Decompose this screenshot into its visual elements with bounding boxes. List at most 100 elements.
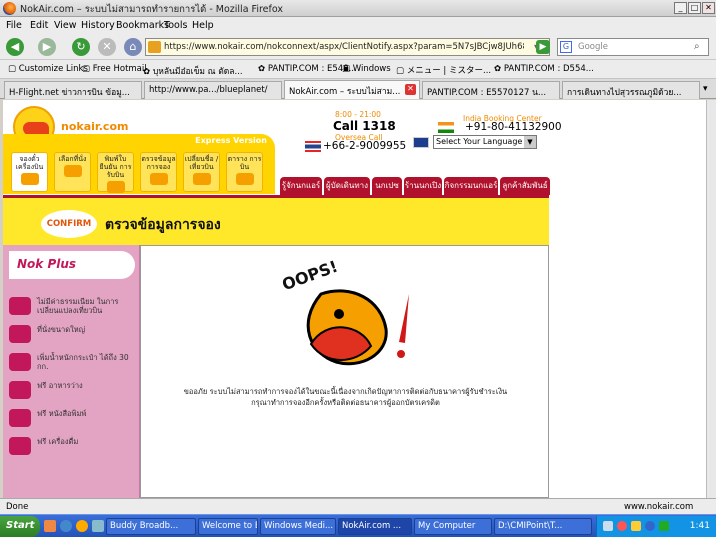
nav-shop[interactable]: ร้านนกเปิง bbox=[404, 177, 442, 195]
tray-app-icon[interactable] bbox=[659, 521, 669, 531]
maximize-button[interactable]: □ bbox=[688, 2, 701, 14]
express-version-label: Express Version bbox=[195, 136, 267, 145]
menu-bookmarks[interactable]: Bookmarks bbox=[116, 20, 169, 31]
menu-tools[interactable]: Tools bbox=[164, 20, 187, 31]
nok-plus-item-label: ฟรี อาหารว่าง bbox=[37, 381, 83, 390]
stop-icon[interactable]: ✕ bbox=[98, 38, 116, 56]
language-select[interactable]: Select Your Language ▼ bbox=[433, 135, 537, 149]
close-button[interactable]: ✕ bbox=[702, 2, 715, 14]
nok-plus-item-label: ฟรี เครื่องดื่ม bbox=[37, 437, 79, 446]
navigation-toolbar: ◀ ▶ ↻ ✕ ⌂ https://www.nokair.com/nokconn… bbox=[0, 34, 716, 60]
taskbar-buddy-broadband[interactable]: Buddy Broadb... bbox=[106, 518, 196, 535]
firefox-icon[interactable] bbox=[76, 520, 88, 532]
security-icon[interactable] bbox=[617, 521, 627, 531]
bookmark-thai-page[interactable]: ✿ บุหลันมีอ๋อเข็ม ณ ตัดล... bbox=[143, 64, 243, 78]
check-booking-button[interactable]: ตรวจข้อมูล การจอง bbox=[140, 152, 177, 192]
seat-select-label: เลือกที่นั่ง bbox=[58, 155, 87, 163]
ie-icon[interactable] bbox=[60, 520, 72, 532]
bookmark-label: Customize Links bbox=[18, 64, 88, 74]
firefox-icon bbox=[3, 2, 16, 15]
search-input[interactable]: G Google ⌕ bbox=[557, 38, 709, 56]
tab-label: การเดินทางไปสุวรรณภูมิด้วย... bbox=[567, 88, 682, 98]
schedule-icon bbox=[235, 173, 254, 185]
seat-select-button[interactable]: เลือกที่นั่ง bbox=[54, 152, 91, 192]
booking-label: จองตั๋ว เครื่องบิน bbox=[15, 155, 44, 171]
tab-nokair[interactable]: NokAir.com – ระบบไม่สาม... ✕ bbox=[284, 80, 420, 99]
confirm-badge: CONFIRM bbox=[41, 210, 97, 238]
taskbar-nokair[interactable]: NokAir.com ... bbox=[338, 518, 412, 535]
nok-plus-item: ฟรี หนังสือพิมพ์ bbox=[7, 405, 137, 431]
nav-travelers[interactable]: ผู้บัดเดินทาง bbox=[324, 177, 370, 195]
nok-plus-item: ไม่มีค่าธรรมเนียม ในการเปลี่ยนแปลงเที่ยว… bbox=[7, 293, 137, 319]
tab-hflight[interactable]: H-Flight.net ข่าวการบิน ข้อมู... bbox=[4, 81, 142, 99]
status-bar: Done www.nokair.com bbox=[0, 498, 716, 514]
print-confirmation-button[interactable]: พิมพ์ใบยืนยัน การรับบิน bbox=[97, 152, 134, 193]
uk-flag-icon bbox=[413, 137, 429, 148]
reload-icon[interactable]: ↻ bbox=[72, 38, 90, 56]
menu-help[interactable]: Help bbox=[192, 20, 214, 31]
nok-plus-item: เพิ่มน้ำหนักกระเป๋า ได้ถึง 30 กก. bbox=[7, 349, 137, 375]
address-bar[interactable]: https://www.nokair.com/nokconnext/aspx/C… bbox=[145, 38, 550, 56]
close-tab-icon[interactable]: ✕ bbox=[405, 84, 416, 95]
call-hours: 8:00 - 21:00 bbox=[335, 110, 381, 119]
quicklaunch-icon[interactable] bbox=[44, 520, 56, 532]
taskbar-windows-media[interactable]: Windows Medi... bbox=[260, 518, 336, 535]
tab-list-icon[interactable]: ▾ bbox=[703, 84, 708, 94]
nok-plus-sidebar: Nok Plus ไม่มีค่าธรรมเนียม ในการเปลี่ยนแ… bbox=[3, 245, 140, 498]
printer-icon bbox=[106, 181, 125, 193]
menu-view[interactable]: View bbox=[54, 20, 77, 31]
forward-icon[interactable]: ▶ bbox=[38, 38, 56, 56]
nav-activities[interactable]: กิจกรรมนกแอร์ bbox=[444, 177, 498, 195]
print-confirmation-label: พิมพ์ใบยืนยัน การรับบิน bbox=[99, 155, 132, 179]
tab-pantip-blueplanet[interactable]: http://www.pa.../blueplanet/ bbox=[144, 81, 282, 99]
menu-edit[interactable]: Edit bbox=[30, 20, 48, 31]
bookmark-customize-links[interactable]: ▢ Customize Links bbox=[8, 64, 88, 74]
change-flight-button[interactable]: เปลี่ยนชื่อ /เที่ยวบิน bbox=[183, 152, 220, 192]
nav-about[interactable]: รู้จักนกแอร์ bbox=[280, 177, 322, 195]
clock: 1:41 bbox=[689, 521, 710, 531]
page-content: nokair.com Express Version จองตั๋ว เครื่… bbox=[3, 100, 706, 498]
vertical-scrollbar[interactable] bbox=[706, 100, 716, 498]
bookmark-windows[interactable]: ▣ Windows bbox=[342, 64, 391, 74]
ticket-icon bbox=[20, 173, 39, 185]
volume-icon[interactable] bbox=[631, 521, 641, 531]
search-icon[interactable]: ⌕ bbox=[694, 41, 700, 52]
nok-plus-title: Nok Plus bbox=[9, 251, 135, 279]
nav-customer-relations[interactable]: ลูกค้าสัมพันธ์ bbox=[500, 177, 550, 195]
bookmark-pantip-d554[interactable]: ✿ PANTIP.COM : D554... bbox=[494, 64, 594, 74]
booking-button[interactable]: จองตั๋ว เครื่องบิน bbox=[11, 152, 48, 192]
back-icon[interactable]: ◀ bbox=[6, 38, 24, 56]
seat-icon bbox=[63, 165, 82, 177]
bookmark-label: PANTIP.COM : D554... bbox=[503, 64, 594, 74]
menu-history[interactable]: History bbox=[81, 20, 115, 31]
desktop-icon[interactable] bbox=[92, 520, 104, 532]
error-panel: OOPS! ขออภัย ระบบไม่สามารถทำการจองได้ในข… bbox=[140, 245, 549, 498]
flight-schedule-button[interactable]: ตาราง การบิน bbox=[226, 152, 263, 192]
change-fee-icon bbox=[9, 297, 31, 315]
bookmark-label: Windows bbox=[352, 64, 391, 74]
bookmark-label: บุหลันมีอ๋อเข็ม ณ ตัดล... bbox=[152, 67, 243, 77]
bookmarks-toolbar: ▢ Customize Links ▢ Free Hotmail ✿ บุหลั… bbox=[0, 60, 716, 79]
taskbar-cmipoint-folder[interactable]: D:\CMIPoint\T... bbox=[494, 518, 592, 535]
bookmark-label: Free Hotmail bbox=[92, 64, 147, 74]
nok-plus-item-label: เพิ่มน้ำหนักกระเป๋า ได้ถึง 30 กก. bbox=[37, 353, 129, 371]
windows-taskbar: Start Buddy Broadb... Welcome to B... Wi… bbox=[0, 514, 716, 537]
language-select-value: Select Your Language bbox=[436, 137, 523, 146]
go-icon[interactable]: ▶ bbox=[536, 40, 550, 54]
taskbar-my-computer[interactable]: My Computer bbox=[414, 518, 492, 535]
change-flight-label: เปลี่ยนชื่อ /เที่ยวบิน bbox=[184, 155, 219, 171]
network-icon[interactable] bbox=[603, 521, 613, 531]
home-icon[interactable]: ⌂ bbox=[124, 38, 142, 56]
menu-file[interactable]: File bbox=[6, 20, 22, 31]
start-button[interactable]: Start bbox=[0, 516, 40, 537]
nav-nokpace[interactable]: นกเปซ bbox=[372, 177, 402, 195]
bookmark-mister[interactable]: ▢ メニュー | ミスター... bbox=[396, 64, 491, 76]
tab-pantip-e557[interactable]: PANTIP.COM : E5570127 น... bbox=[422, 81, 560, 99]
taskbar-welcome[interactable]: Welcome to B... bbox=[198, 518, 258, 535]
tab-strip: H-Flight.net ข่าวการบิน ข้อมู... http://… bbox=[0, 79, 716, 99]
site-header: nokair.com Express Version จองตั๋ว เครื่… bbox=[3, 100, 706, 195]
bookmark-free-hotmail[interactable]: ▢ Free Hotmail bbox=[82, 64, 147, 74]
messenger-icon[interactable] bbox=[645, 521, 655, 531]
tab-suvarnabhumi[interactable]: การเดินทางไปสุวรรณภูมิด้วย... bbox=[562, 81, 700, 99]
minimize-button[interactable]: _ bbox=[674, 2, 687, 14]
